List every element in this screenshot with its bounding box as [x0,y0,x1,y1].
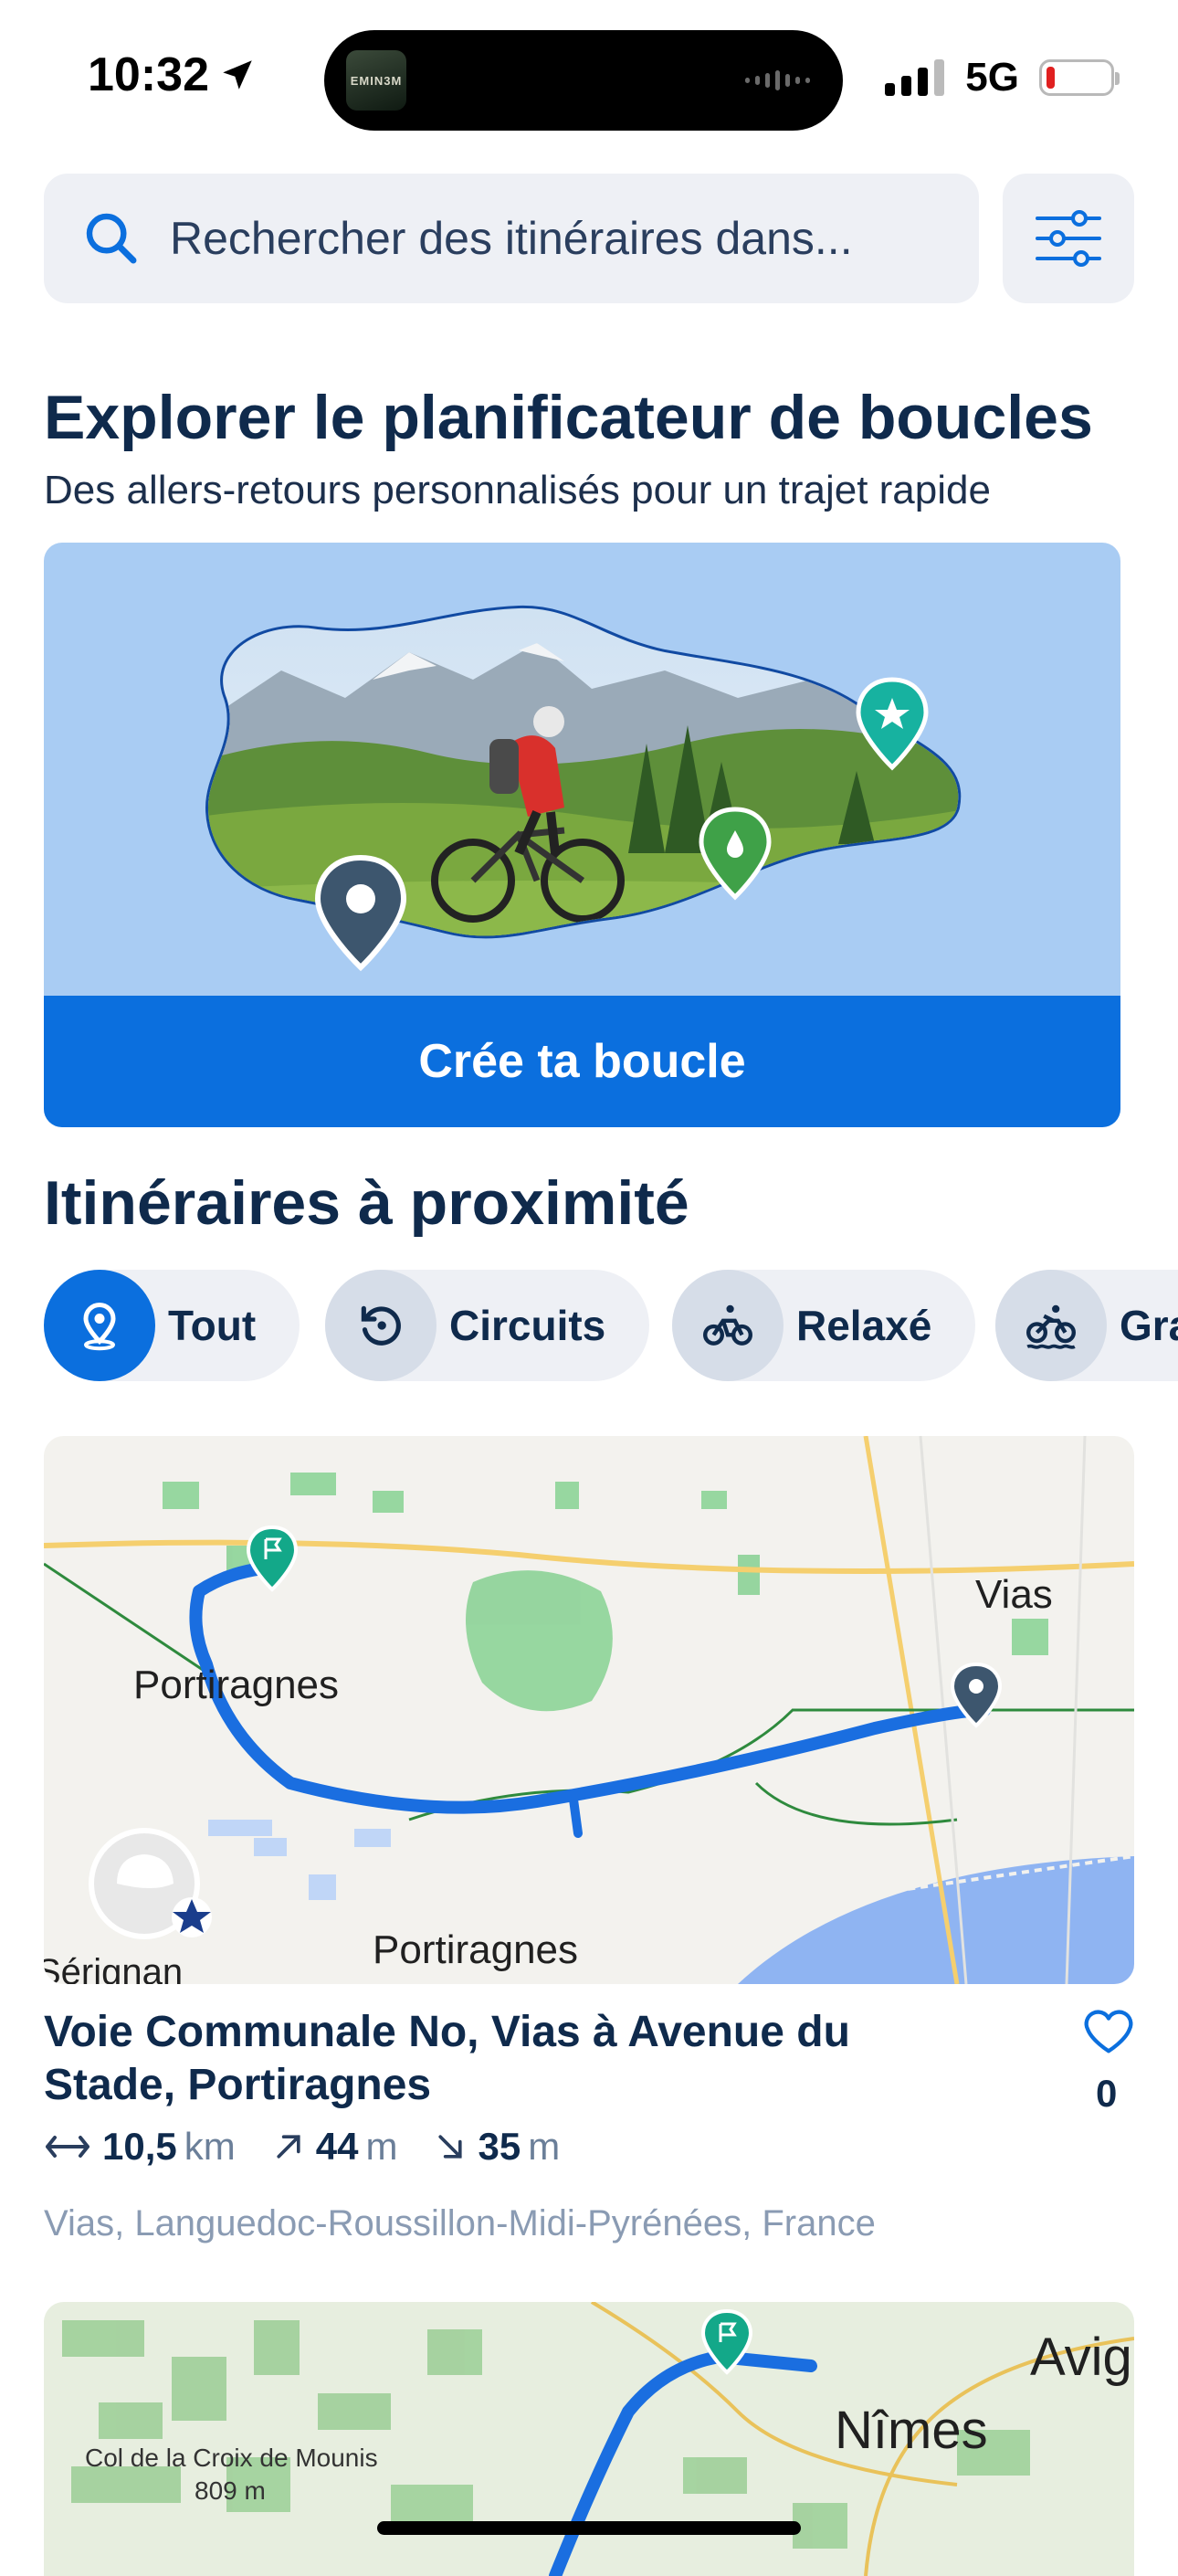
chip-gravel-label: Gra [1120,1302,1178,1349]
search-icon [86,213,137,264]
descent-unit: m [528,2125,561,2168]
chip-circuits[interactable]: Circuits [325,1270,650,1381]
map-image: Portiragnes Vias Portiragnes Sérignan [44,1436,1134,1984]
map-label-portiragnes-a: Portiragnes [133,1663,339,1707]
category-chips: Tout Circuits Relaxé Gra [44,1270,1178,1381]
search-placeholder: Rechercher des itinéraires dans... [170,213,853,264]
time-text: 10:32 [88,48,209,101]
distance-stat: 10,5 km [44,2125,236,2169]
location-pin-icon [44,1270,155,1381]
distance-unit: km [184,2125,236,2168]
map-label-serignan: Sérignan [44,1952,183,1984]
chip-all-label: Tout [168,1302,257,1349]
map-label-avignon: Avig [1030,2328,1132,2387]
search-bar[interactable]: Rechercher des itinéraires dans... [44,174,979,303]
bike-relaxed-icon [672,1270,784,1381]
chip-relaxed[interactable]: Relaxé [672,1270,976,1381]
nearby-routes-title: Itinéraires à proximité [44,1168,689,1238]
network-type: 5G [965,55,1019,100]
likes-count: 0 [1096,2072,1118,2115]
route-stats: 10,5 km 44 m 35 m [44,2125,596,2169]
route-map-preview-2[interactable]: Col de la Croix de Mounis 809 m Nîmes Av… [44,2302,1134,2576]
route-title[interactable]: Voie Communale No, Vias à Avenue du Stad… [44,2006,975,2112]
ascent-stat: 44 m [272,2125,398,2169]
distance-arrows-icon [46,2136,89,2158]
map-label-vias: Vias [975,1572,1053,1617]
map-label-portiragnes-b: Portiragnes [373,1927,578,1972]
chip-circuits-label: Circuits [449,1302,606,1349]
now-playing-artwork: EMIN3M [346,50,406,111]
clock: 10:32 [88,48,257,102]
audio-waveform-icon [745,70,810,90]
loop-planner-card[interactable]: Crée ta boucle [44,543,1120,1127]
map-label-nimes: Nîmes [835,2401,988,2460]
map-label-peak: Col de la Croix de Mounis [85,2444,378,2472]
descent-value: 35 [478,2125,521,2168]
location-arrow-icon [223,60,252,90]
battery-icon [1039,59,1120,96]
bike-gravel-icon [995,1270,1107,1381]
distance-value: 10,5 [102,2125,177,2168]
dynamic-island[interactable]: EMIN3M [324,30,843,131]
chip-all[interactable]: Tout [44,1270,300,1381]
map-image-2: Col de la Croix de Mounis 809 m Nîmes Av… [44,2302,1134,2576]
loop-arrow-icon [325,1270,436,1381]
sliders-icon [1036,210,1101,267]
loop-planner-title: Explorer le planificateur de boucles [44,383,1093,452]
signal-bars-icon [885,59,945,96]
loop-illustration [205,605,962,972]
chip-relaxed-label: Relaxé [796,1302,932,1349]
heart-icon[interactable] [1079,2002,1138,2061]
map-label-peak-alt: 809 m [195,2476,266,2505]
create-loop-button[interactable]: Crée ta boucle [44,996,1120,1127]
chip-gravel[interactable]: Gra [995,1270,1178,1381]
home-indicator[interactable] [377,2521,801,2535]
descent-stat: 35 m [434,2125,560,2169]
route-location: Vias, Languedoc-Roussillon-Midi-Pyrénées… [44,2203,876,2243]
route-map-preview[interactable]: Portiragnes Vias Portiragnes Sérignan [44,1436,1134,1984]
loop-planner-subtitle: Des allers-retours personnalisés pour un… [44,468,991,512]
status-indicators: 5G [885,55,1120,100]
status-bar: 10:32 EMIN3M 5G [0,0,1178,160]
ascent-arrow-icon [277,2135,300,2159]
descent-arrow-icon [438,2135,463,2159]
filter-button[interactable] [1003,174,1134,303]
ascent-value: 44 [315,2125,359,2168]
start-pin [314,854,407,972]
ascent-unit: m [365,2125,398,2168]
